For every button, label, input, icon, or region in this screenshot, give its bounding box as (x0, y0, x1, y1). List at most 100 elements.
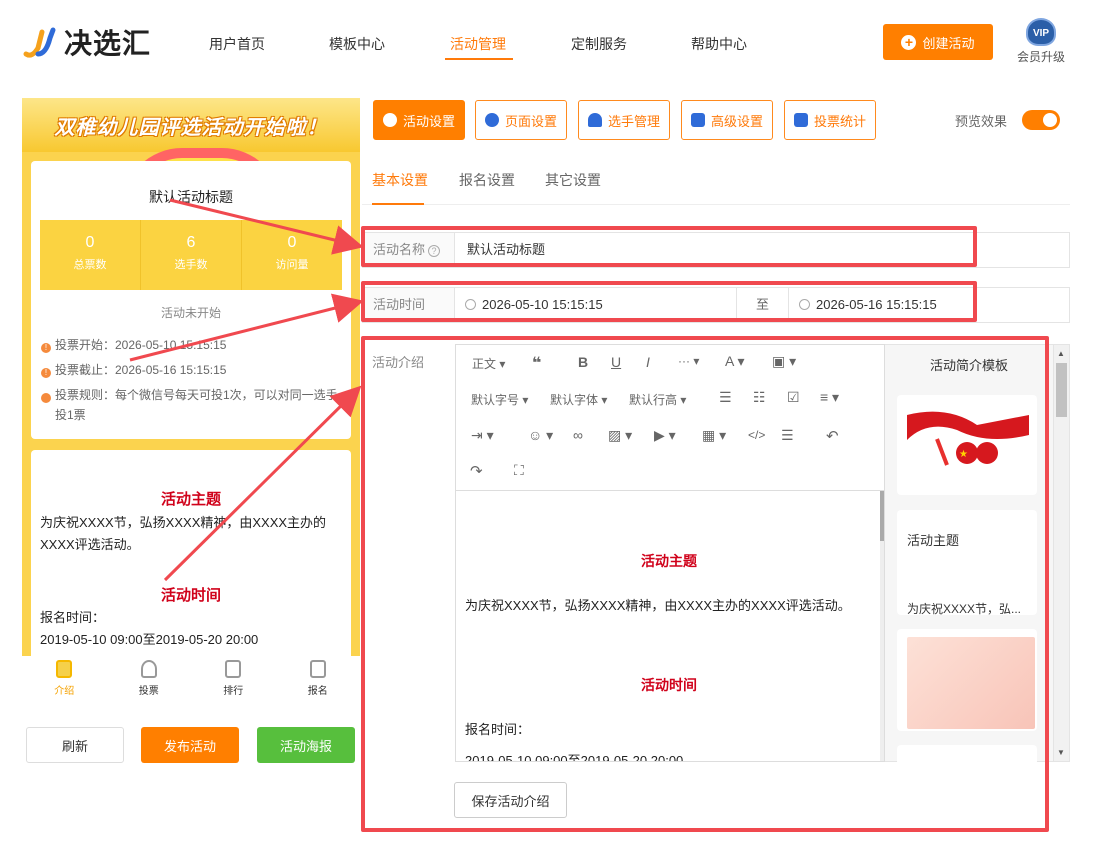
underline-icon[interactable]: U (611, 354, 621, 370)
nav-templates[interactable]: 模板中心 (329, 34, 385, 54)
nav-help[interactable]: 帮助中心 (691, 34, 747, 54)
templates-scrollbar[interactable]: ▲ ▼ (1053, 344, 1070, 762)
table-icon[interactable]: ▦ ▾ (702, 427, 726, 444)
tab-ranking[interactable]: 排行 (191, 656, 276, 706)
help-icon: ? (428, 245, 441, 257)
activity-name-label: 活动名称? (363, 233, 455, 267)
redo-icon[interactable]: ↷ (470, 462, 483, 480)
logo-mark-icon (22, 24, 58, 60)
tool-page-settings[interactable]: 页面设置 (475, 100, 567, 140)
bar-chart-icon (225, 660, 242, 678)
banner-text: 双稚幼儿园评选活动开始啦！ (54, 116, 328, 139)
paragraph-format-select[interactable]: 正文 ▾ (472, 355, 505, 372)
preview-activity-title: 默认活动标题 (149, 189, 233, 205)
bold-icon[interactable]: B (578, 354, 588, 370)
indent-icon[interactable]: ⇥ ▾ (471, 427, 494, 444)
editor-content[interactable]: 活动主题 为庆祝XXXX节，弘扬XXXX精神，由XXXX主办的XXXX评选活动。… (456, 491, 882, 762)
intro-templates-panel: 活动简介模板 ★ 活动主题 为庆祝XXXX节，弘... (885, 344, 1055, 765)
gear-icon (484, 113, 499, 127)
vip-badge-icon: VIP (1026, 18, 1056, 46)
svg-text:★: ★ (959, 449, 968, 460)
font-color-icon[interactable]: A ▾ (725, 353, 744, 370)
save-intro-button[interactable]: 保存活动介绍 (454, 782, 567, 818)
emoji-icon[interactable]: ☺ ▾ (528, 427, 553, 444)
sliders-icon (690, 113, 705, 127)
preview-banner: 双稚幼儿园评选活动开始啦！ (22, 98, 360, 152)
end-time-input[interactable]: 2026-05-16 15:15:15 (789, 288, 1069, 322)
divider-icon[interactable]: ☰ (781, 427, 794, 444)
font-size-select[interactable]: 默认字号 ▾ (471, 391, 528, 408)
nav-custom-service[interactable]: 定制服务 (571, 34, 627, 54)
subtab-basic[interactable]: 基本设置 (372, 170, 428, 190)
preview-status: 活动未开始 (160, 306, 221, 320)
subtab-other[interactable]: 其它设置 (545, 170, 601, 190)
image-icon[interactable]: ▨ ▾ (608, 427, 632, 444)
clock-icon (799, 299, 810, 310)
link-icon[interactable]: ∞ (573, 427, 583, 443)
tool-activity-settings[interactable]: 活动设置 (373, 100, 465, 140)
numbered-list-icon[interactable]: ☷ (753, 389, 766, 406)
template-2-text: 为庆祝XXXX节，弘... (907, 602, 1022, 615)
template-card-1[interactable]: ★ (897, 395, 1037, 495)
code-icon[interactable]: </> (748, 428, 765, 442)
template-card-3[interactable] (897, 629, 1037, 731)
preview-vote-start: ! 投票开始：2026-05-10 15:15:15 (41, 335, 341, 355)
vip-upgrade[interactable]: VIP 会员升级 (1010, 18, 1072, 65)
preview-signup-range: 2019-05-10 09:00至2019-05-20 20:00 (40, 632, 259, 647)
create-activity-label: 创建活动 (922, 35, 975, 51)
activity-name-input[interactable] (467, 233, 1067, 267)
document-icon (56, 660, 73, 678)
fullscreen-icon[interactable]: ⛶ (514, 462, 524, 479)
preview-toggle-switch[interactable] (1022, 110, 1060, 130)
undo-icon[interactable]: ↶ (826, 427, 839, 445)
align-icon[interactable]: ≡ ▾ (820, 389, 839, 406)
tab-signup[interactable]: 报名 (276, 656, 361, 706)
publish-activity-button[interactable]: 发布活动 (141, 727, 239, 763)
bar-chart-icon (793, 113, 808, 127)
subtab-signup[interactable]: 报名设置 (459, 170, 515, 190)
tool-contestant-management[interactable]: 选手管理 (578, 100, 670, 140)
preview-time-heading: 活动时间 (160, 587, 221, 604)
quote-icon[interactable]: ❝ (532, 353, 541, 373)
tool-advanced-settings[interactable]: 高级设置 (681, 100, 773, 140)
bullet-list-icon[interactable]: ☰ (719, 389, 732, 406)
preview-signup-label: 报名时间： (40, 610, 106, 625)
editor-toolbar: 正文 ▾ ❝ B U I ··· ▾ A ▾ ▣ ▾ 默认字号 ▾ 默认字体 ▾… (456, 345, 884, 491)
nav-active-indicator (445, 58, 513, 60)
editor-signup-range: 2019-05-10 09:00至2019-05-20 20:00 (465, 753, 684, 762)
nav-home[interactable]: 用户首页 (209, 34, 265, 54)
editor-scrollbar[interactable] (880, 491, 884, 761)
tool-vote-statistics[interactable]: 投票统计 (784, 100, 876, 140)
stat-total-votes: 0 总票数 (40, 220, 141, 290)
start-time-input[interactable]: 2026-05-10 15:15:15 (455, 288, 737, 322)
italic-icon[interactable]: I (646, 354, 650, 370)
more-icon[interactable]: ··· ▾ (678, 354, 699, 368)
background-color-icon[interactable]: ▣ ▾ (772, 353, 796, 370)
stat-visits: 0 访问量 (275, 234, 309, 271)
template-3-thumbnail (907, 637, 1035, 729)
video-icon[interactable]: ▶ ▾ (654, 427, 676, 444)
activity-time-row: 活动时间 2026-05-10 15:15:15 至 2026-05-16 15… (362, 287, 1070, 323)
checklist-icon[interactable]: ☑ (787, 389, 800, 406)
editor-signup-label: 报名时间： (465, 722, 531, 737)
tab-vote[interactable]: 投票 (107, 656, 192, 706)
template-1-thumbnail: ★ (907, 411, 1029, 466)
template-card-4[interactable] (897, 745, 1037, 765)
nav-activity-management[interactable]: 活动管理 (450, 34, 506, 54)
create-activity-button[interactable]: + 创建活动 (883, 24, 993, 60)
line-height-select[interactable]: 默认行高 ▾ (629, 391, 686, 408)
tab-intro[interactable]: 介绍 (22, 656, 107, 706)
activity-time-label: 活动时间 (363, 288, 455, 322)
activity-intro-label: 活动介绍 (372, 355, 425, 370)
preview-theme-heading: 活动主题 (160, 491, 221, 508)
preview-intro-card: 活动主题 为庆祝XXXX节，弘扬XXXX精神，由XXXX主办的XXXX评选活动。… (31, 450, 351, 656)
preview-vote-rule: ! 投票规则：每个微信号每天可投1次，可以对同一选手投1票 (37, 388, 338, 422)
time-separator: 至 (737, 288, 789, 322)
refresh-button[interactable]: 刷新 (26, 727, 124, 763)
editor-theme-text: 为庆祝XXXX节，弘扬XXXX精神，由XXXX主办的XXXX评选活动。 (465, 598, 851, 613)
activity-poster-button[interactable]: 活动海报 (257, 727, 355, 763)
font-family-select[interactable]: 默认字体 ▾ (550, 391, 607, 408)
plus-icon: + (901, 34, 917, 50)
brand-logo[interactable]: 决选汇 (22, 22, 162, 62)
template-card-2[interactable]: 活动主题 为庆祝XXXX节，弘... (897, 510, 1037, 615)
